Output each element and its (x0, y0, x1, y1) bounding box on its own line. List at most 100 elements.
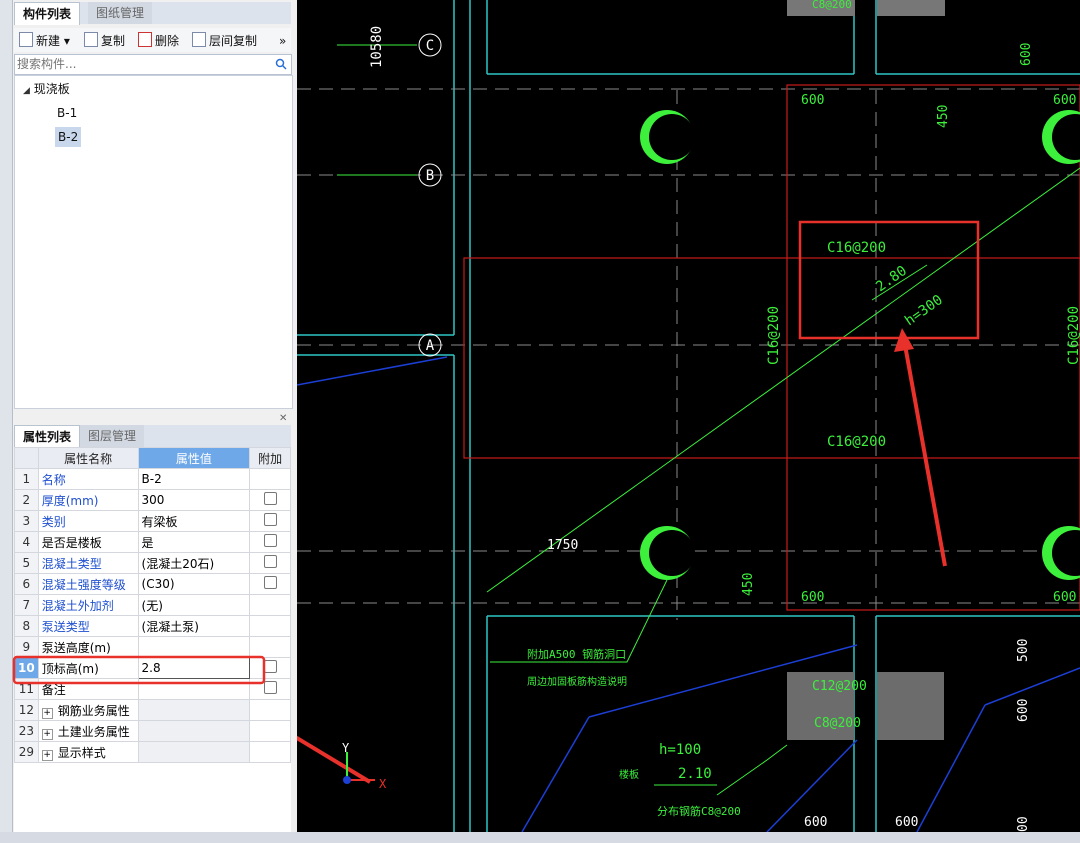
property-value[interactable] (137, 636, 251, 658)
table-row-group[interactable]: 12 + 钢筋业务属性 (14, 699, 291, 721)
search-icon[interactable] (275, 58, 287, 70)
dim-600: 600 (801, 590, 824, 605)
dim-600: 600 (1016, 699, 1031, 722)
checkbox[interactable] (263, 534, 277, 547)
dim-10580: 10580 (369, 26, 385, 68)
dim-450: 450 (741, 573, 756, 596)
property-value[interactable]: B-2 (137, 468, 251, 490)
property-value[interactable]: (混凝土泵) (137, 615, 251, 637)
top-elevation-input[interactable]: 2.8 (137, 657, 251, 679)
collapse-triangle-icon: ◢ (23, 86, 30, 96)
property-value[interactable]: 有梁板 (137, 510, 251, 532)
c16-bottom-label: C16@200 (827, 434, 886, 450)
table-row[interactable]: 2 厚度(mm) 300 (14, 489, 291, 511)
property-value[interactable]: 是 (137, 531, 251, 553)
checkbox[interactable] (263, 681, 277, 694)
property-name: 泵送类型 (37, 615, 139, 637)
h100-label: h=100 (659, 742, 701, 758)
property-group[interactable]: + 显示样式 (37, 741, 139, 763)
property-name: 名称 (37, 468, 139, 490)
note-label: 附加A500 钢筋洞口 (527, 647, 626, 661)
note-label: 分布钢筋C8@200 (657, 804, 741, 818)
header-property-value: 属性值 (137, 447, 251, 469)
c16-right-label: C16@200 (1066, 306, 1080, 365)
property-value[interactable]: (混凝土20石) (137, 552, 251, 574)
table-row[interactable]: 8 泵送类型 (混凝土泵) (14, 615, 291, 637)
property-name: 混凝土强度等级 (37, 573, 139, 595)
cad-drawing-canvas[interactable]: C B A 10580 600 600 450 600 1750 450 600… (297, 0, 1080, 832)
floor-copy-button[interactable]: 层间复制 (192, 32, 257, 50)
property-table: 属性名称 属性值 附加 1 名称 B-2 2 厚度(mm) 300 3 类别 有梁板 4 是否… (14, 447, 291, 763)
left-edge-strip (0, 0, 13, 843)
component-toolbar: 新建 ▾ 复制 删除 层间复制 » (14, 28, 291, 52)
new-button[interactable]: 新建 ▾ (19, 32, 70, 50)
green-diagonal-line (486, 167, 1080, 593)
property-value[interactable] (137, 678, 251, 700)
c12-label: C12@200 (812, 679, 867, 694)
table-row[interactable]: 7 混凝土外加剂 (无) (14, 594, 291, 616)
expand-plus-icon[interactable]: + (41, 728, 53, 740)
tab-layer-manage[interactable]: 图层管理 (80, 425, 145, 447)
property-value[interactable]: (C30) (137, 573, 251, 595)
property-name: 顶标高(m) (37, 657, 139, 679)
leader-lines (490, 264, 928, 796)
tree-item-b1[interactable]: B-1 (57, 103, 77, 123)
checkbox[interactable] (263, 576, 277, 589)
property-grid: 属性名称 属性值 附加 1 名称 B-2 2 厚度(mm) 300 3 类别 有梁板 4 是否… (14, 447, 291, 832)
checkbox[interactable] (263, 492, 277, 505)
expand-plus-icon[interactable]: + (41, 707, 53, 719)
tree-root[interactable]: ◢ 现浇板 (23, 79, 70, 99)
close-icon[interactable]: ✕ (279, 413, 287, 424)
table-row-selected[interactable]: 10 顶标高(m) 2.8 (14, 657, 291, 679)
table-row[interactable]: 3 类别 有梁板 (14, 510, 291, 532)
elev2-label: 2.10 (678, 766, 712, 782)
dim-600: 600 (1053, 590, 1076, 605)
dim-600: 600 (801, 93, 824, 108)
property-header-row: 属性名称 属性值 附加 (14, 447, 291, 469)
property-name: 泵送高度(m) (37, 636, 139, 658)
checkbox[interactable] (263, 660, 277, 673)
tree-item-b2[interactable]: B-2 (55, 127, 82, 147)
grid-axis-markers: C B A (337, 33, 442, 357)
dim-450: 450 (936, 105, 951, 128)
ucs-x-label: X (379, 777, 387, 791)
left-panel: 构件列表 图纸管理 新建 ▾ 复制 删除 层间复制 » ◢ 现浇板 B-1 B-… (0, 0, 297, 843)
copy-button[interactable]: 复制 (84, 32, 125, 50)
axis-label-c: C (426, 38, 434, 54)
dim-600: 600 (1053, 93, 1076, 108)
tab-drawing-manage[interactable]: 图纸管理 (88, 2, 153, 24)
c16-top-label: C16@200 (827, 240, 886, 256)
table-row[interactable]: 9 泵送高度(m) (14, 636, 291, 658)
dim-600: 600 (804, 815, 827, 830)
table-row-group[interactable]: 29 + 显示样式 (14, 741, 291, 763)
search-box (14, 54, 292, 75)
checkbox[interactable] (263, 555, 277, 568)
header-extra: 附加 (249, 447, 291, 469)
tab-component-list[interactable]: 构件列表 (14, 2, 81, 25)
component-tree: ◢ 现浇板 B-1 B-2 (14, 75, 293, 409)
table-row-group[interactable]: 23 + 土建业务属性 (14, 720, 291, 742)
floor-copy-icon (192, 32, 206, 47)
property-group[interactable]: + 钢筋业务属性 (37, 699, 139, 721)
property-value[interactable]: (无) (137, 594, 251, 616)
status-bar (0, 832, 1080, 843)
expand-plus-icon[interactable]: + (41, 749, 53, 761)
property-group[interactable]: + 土建业务属性 (37, 720, 139, 742)
blue-lines (297, 356, 1080, 832)
top-cut-label: C8@200 (812, 0, 852, 11)
property-value[interactable]: 300 (137, 489, 251, 511)
table-row[interactable]: 11 备注 (14, 678, 291, 700)
dim-500: 500 (1016, 639, 1031, 662)
search-input[interactable] (15, 55, 269, 72)
dim-00: 00 (1016, 816, 1031, 832)
table-row[interactable]: 5 混凝土类型 (混凝土20石) (14, 552, 291, 574)
table-row[interactable]: 1 名称 B-2 (14, 468, 291, 490)
table-row[interactable]: 6 混凝土强度等级 (C30) (14, 573, 291, 595)
delete-button[interactable]: 删除 (138, 32, 179, 50)
c16-vertical-label: C16@200 (766, 306, 782, 365)
tab-property-list[interactable]: 属性列表 (14, 425, 81, 448)
property-name: 厚度(mm) (37, 489, 139, 511)
toolbar-more-button[interactable]: » (279, 32, 286, 50)
table-row[interactable]: 4 是否是楼板是 (14, 531, 291, 553)
checkbox[interactable] (263, 513, 277, 526)
